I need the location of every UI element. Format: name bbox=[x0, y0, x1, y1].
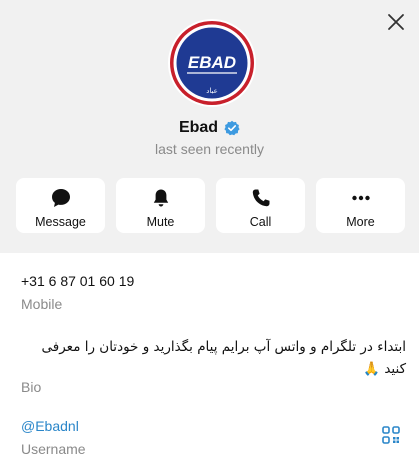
bio-caption: Bio bbox=[21, 379, 42, 395]
action-bar: Message Mute Call More bbox=[16, 178, 405, 233]
more-button[interactable]: More bbox=[316, 178, 405, 233]
mute-button[interactable]: Mute bbox=[116, 178, 205, 233]
more-dots-icon bbox=[350, 187, 372, 209]
more-label: More bbox=[346, 215, 375, 229]
message-button[interactable]: Message bbox=[16, 178, 105, 233]
mute-label: Mute bbox=[146, 215, 175, 229]
username-link[interactable]: @Ebadnl bbox=[21, 418, 79, 434]
close-icon bbox=[388, 14, 404, 30]
chat-bubble-icon bbox=[50, 187, 72, 209]
bio-text[interactable]: ابتداء در تلگرام و واتس آپ برایم پیام بگ… bbox=[21, 336, 406, 380]
profile-name: Ebad bbox=[178, 119, 219, 136]
avatar[interactable]: EBAD عباد bbox=[167, 18, 257, 108]
name-row: Ebad bbox=[0, 117, 419, 139]
call-button[interactable]: Call bbox=[216, 178, 305, 233]
qr-code-button[interactable] bbox=[382, 426, 400, 444]
verified-badge-icon bbox=[224, 120, 240, 136]
qr-code-icon bbox=[382, 426, 400, 444]
last-seen-status: last seen recently bbox=[155, 141, 264, 157]
phone-caption: Mobile bbox=[21, 296, 63, 312]
avatar-sub-text: عباد bbox=[206, 87, 218, 95]
message-label: Message bbox=[35, 215, 86, 229]
bell-icon bbox=[150, 187, 172, 209]
call-label: Call bbox=[249, 215, 272, 229]
avatar-logo-text: EBAD bbox=[188, 53, 236, 72]
phone-icon bbox=[250, 187, 272, 209]
profile-header: EBAD عباد Ebad last seen recently Messag… bbox=[0, 0, 419, 253]
username-caption: Username bbox=[21, 441, 86, 457]
phone-number[interactable]: +31 6 87 01 60 19 bbox=[21, 273, 134, 289]
close-button[interactable] bbox=[386, 12, 406, 32]
